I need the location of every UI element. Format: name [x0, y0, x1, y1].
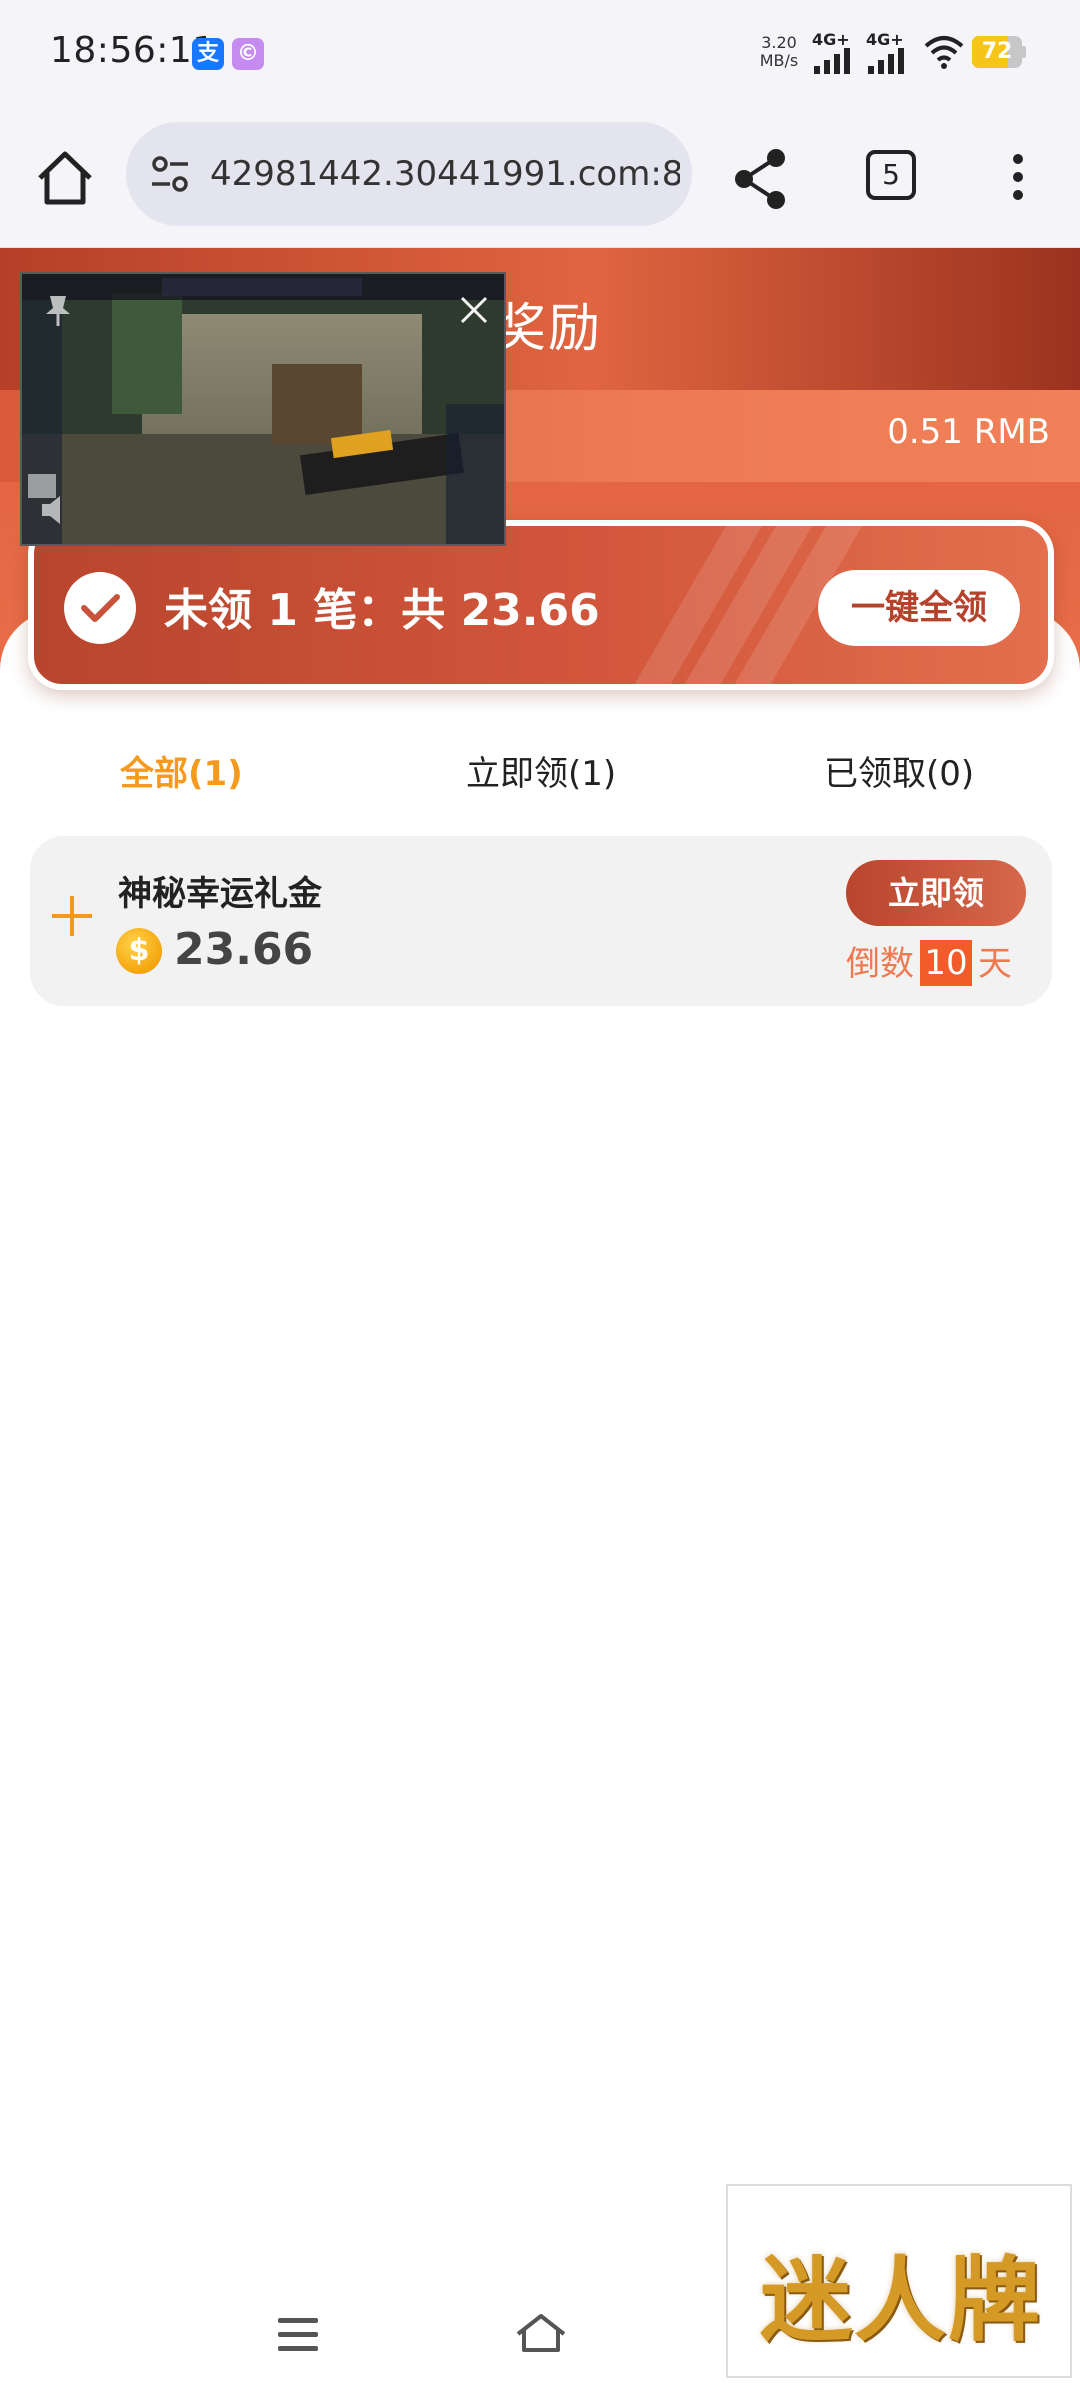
claim-now-button[interactable]: 立即领	[846, 860, 1026, 926]
close-icon[interactable]	[458, 294, 490, 326]
tab-claimed[interactable]: 已领取(0)	[824, 746, 974, 795]
plus-icon	[52, 894, 96, 938]
reward-amount: 23.66	[174, 924, 314, 975]
ad-text: 迷人牌	[759, 2246, 1042, 2354]
app-icon: ©	[232, 38, 264, 70]
tab-claim-now[interactable]: 立即领(1)	[466, 746, 616, 795]
wifi-icon	[924, 36, 964, 69]
url-text[interactable]: 42981442.30441991.com:8866	[210, 122, 680, 226]
coin-icon: $	[116, 928, 162, 974]
alipay-icon: 支	[192, 38, 224, 70]
network-speed: 3.20 MB/s	[756, 34, 802, 70]
countdown-days: 10	[920, 939, 972, 986]
reward-item: 神秘幸运礼金 $ 23.66 立即领 倒数 10 天	[30, 836, 1052, 1006]
site-settings-icon[interactable]	[148, 152, 192, 196]
countdown: 倒数 10 天	[846, 936, 1012, 989]
check-icon	[64, 572, 136, 644]
more-options-icon[interactable]	[1000, 148, 1036, 212]
home-icon[interactable]	[30, 144, 100, 214]
network-speed-unit: MB/s	[759, 51, 799, 70]
battery-level: 72	[981, 39, 1013, 64]
balance-value: 0.51 RMB	[887, 412, 1050, 452]
status-time: 18:56:11	[50, 30, 216, 71]
floating-video[interactable]	[20, 272, 506, 546]
claim-all-button[interactable]: 一键全领	[818, 570, 1020, 646]
signal-icon: 4G+	[810, 30, 860, 74]
video-frame	[22, 274, 504, 544]
countdown-suffix: 天	[978, 944, 1012, 984]
menu-icon[interactable]	[278, 2318, 322, 2354]
share-icon[interactable]	[730, 144, 790, 214]
summary-text: 未领 1 笔：共 23.66	[164, 585, 600, 636]
tab-bar: 全部(1) 立即领(1) 已领取(0)	[0, 728, 1080, 808]
browser-toolbar: 42981442.30441991.com:8866 5	[0, 110, 1080, 248]
pin-icon[interactable]	[38, 290, 78, 330]
tab-all[interactable]: 全部(1)	[120, 746, 243, 795]
nav-home-icon[interactable]	[514, 2310, 568, 2358]
tabs-icon[interactable]: 5	[866, 150, 916, 200]
volume-icon[interactable]	[36, 490, 76, 530]
ad-banner[interactable]: 迷人牌	[726, 2184, 1072, 2378]
reward-name: 神秘幸运礼金	[118, 874, 322, 914]
battery-icon: 72	[972, 36, 1026, 68]
status-bar: 18:56:11 支 © 3.20 MB/s 4G+ 4G+ 72	[0, 0, 1080, 110]
signal-label: 4G+	[866, 30, 904, 49]
signal-label: 4G+	[812, 30, 850, 49]
address-bar[interactable]: 42981442.30441991.com:8866	[126, 122, 692, 226]
countdown-prefix: 倒数	[846, 944, 914, 984]
signal-icon: 4G+	[864, 30, 914, 74]
network-speed-value: 3.20	[761, 33, 797, 52]
